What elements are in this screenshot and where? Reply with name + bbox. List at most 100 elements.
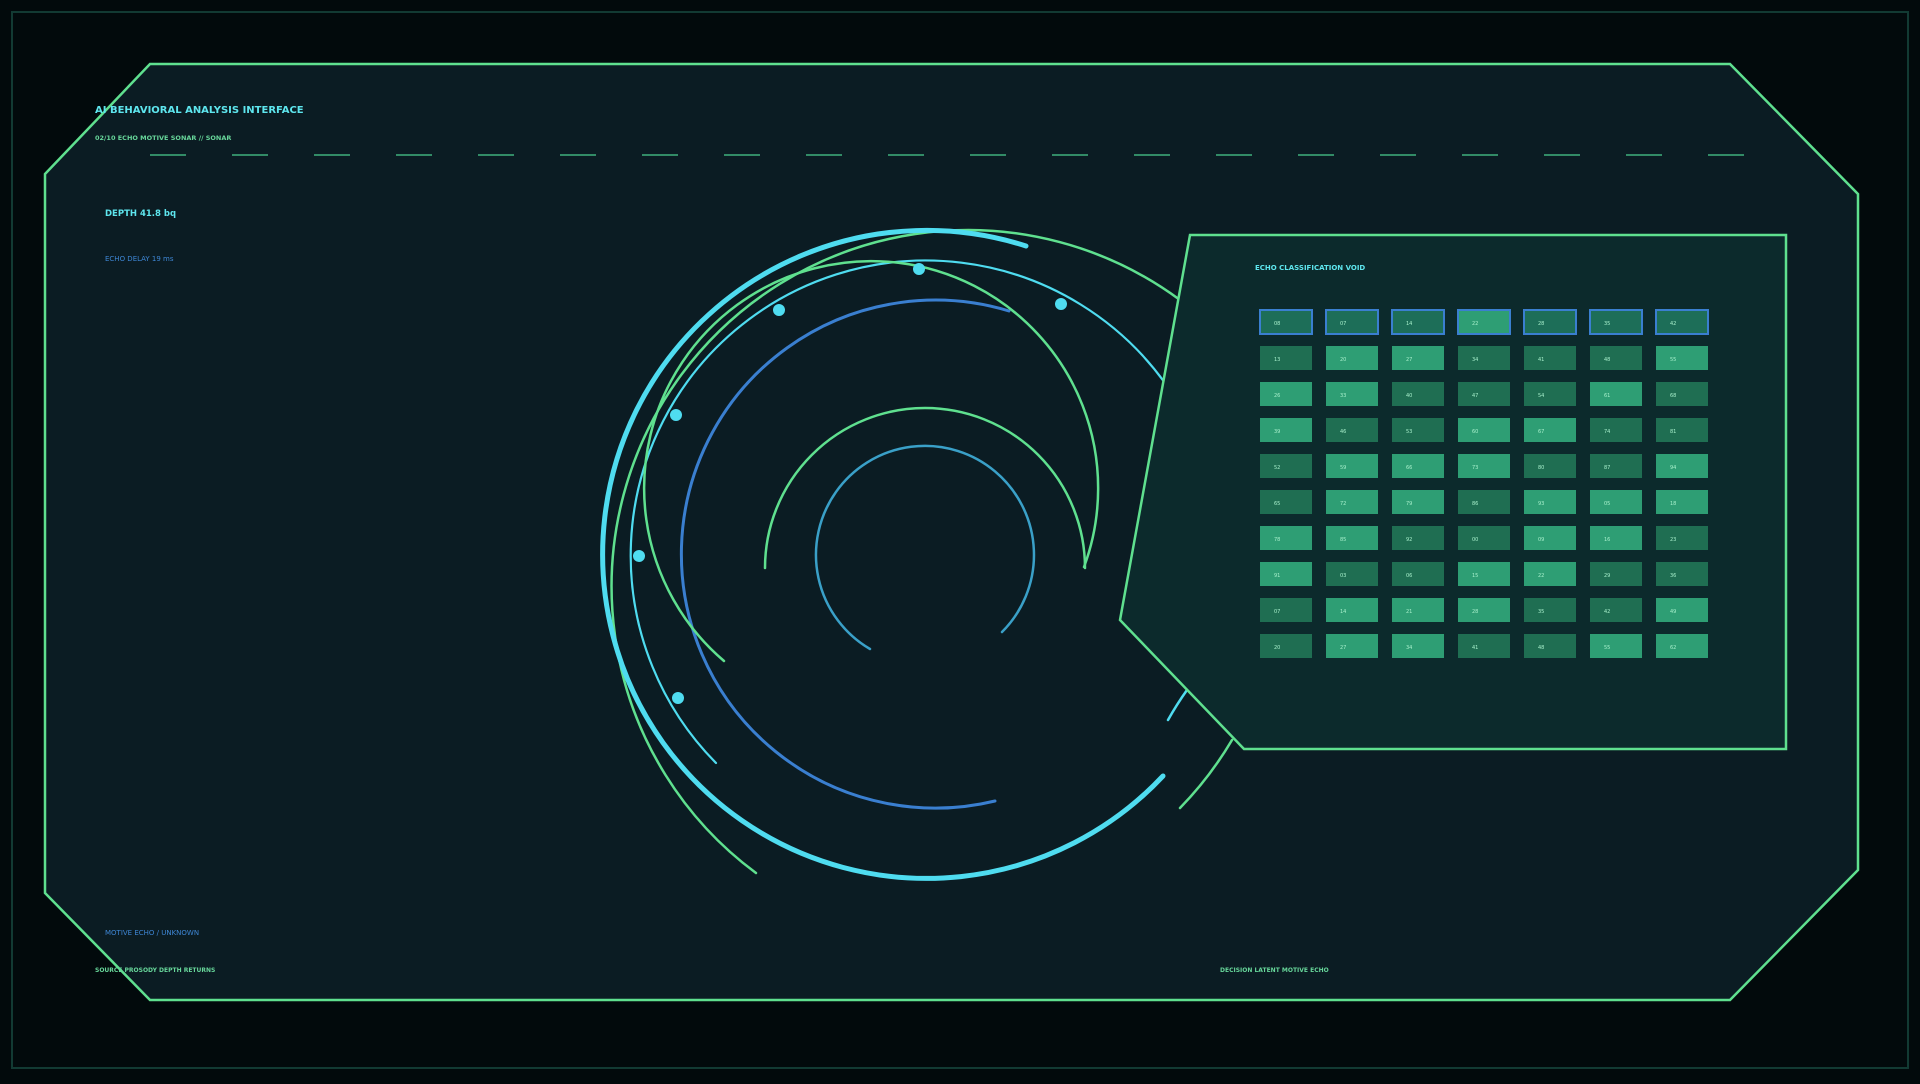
classification-cell[interactable]: 20 (1326, 346, 1378, 370)
classification-cell[interactable]: 35 (1524, 598, 1576, 622)
classification-cell[interactable]: 55 (1590, 634, 1642, 658)
classification-cell[interactable]: 86 (1458, 490, 1510, 514)
classification-cell[interactable]: 59 (1326, 454, 1378, 478)
classification-cell[interactable]: 48 (1524, 634, 1576, 658)
classification-cell[interactable]: 53 (1392, 418, 1444, 442)
classification-header-cell[interactable]: 07 (1325, 309, 1379, 335)
classification-cell[interactable]: 20 (1260, 634, 1312, 658)
cell-fill (1260, 382, 1312, 406)
classification-cell[interactable]: 07 (1260, 598, 1312, 622)
classification-header-cell[interactable]: 14 (1391, 309, 1445, 335)
classification-cell[interactable]: 68 (1656, 382, 1708, 406)
classification-cell[interactable]: 67 (1524, 418, 1576, 442)
cell-fill (1458, 490, 1510, 514)
classification-cell[interactable]: 48 (1590, 346, 1642, 370)
classification-cell[interactable]: 54 (1524, 382, 1576, 406)
classification-cell[interactable]: 41 (1524, 346, 1576, 370)
classification-cell[interactable]: 87 (1590, 454, 1642, 478)
classification-cell[interactable]: 81 (1656, 418, 1708, 442)
cell-fill (1392, 490, 1444, 514)
source-label: SOURCE PROSODY DEPTH RETURNS (95, 967, 215, 974)
classification-cell[interactable]: 52 (1260, 454, 1312, 478)
classification-cell[interactable]: 46 (1326, 418, 1378, 442)
classification-cell[interactable]: 60 (1458, 418, 1510, 442)
cell-fill (1524, 346, 1576, 370)
classification-cell[interactable]: 40 (1392, 382, 1444, 406)
classification-cell[interactable]: 79 (1392, 490, 1444, 514)
cell-fill (1458, 418, 1510, 442)
classification-cell[interactable]: 21 (1392, 598, 1444, 622)
cell-label: 27 (1340, 645, 1346, 651)
classification-cell[interactable]: 92 (1392, 526, 1444, 550)
classification-cell[interactable]: 61 (1590, 382, 1642, 406)
classification-cell[interactable]: 09 (1524, 526, 1576, 550)
classification-cell[interactable]: 03 (1326, 562, 1378, 586)
classification-cell[interactable]: 91 (1260, 562, 1312, 586)
classification-cell[interactable]: 27 (1392, 346, 1444, 370)
classification-cell[interactable]: 23 (1656, 526, 1708, 550)
depth-readout: DEPTH 41.8 bq (105, 209, 176, 219)
classification-cell[interactable]: 28 (1458, 598, 1510, 622)
classification-cell[interactable]: 06 (1392, 562, 1444, 586)
classification-cell[interactable]: 15 (1458, 562, 1510, 586)
echo-delay-readout: ECHO DELAY 19 ms (105, 255, 174, 263)
cell-fill (1524, 562, 1576, 586)
classification-cell[interactable]: 66 (1392, 454, 1444, 478)
classification-cell[interactable]: 73 (1458, 454, 1510, 478)
classification-cell[interactable]: 55 (1656, 346, 1708, 370)
cell-fill (1326, 382, 1378, 406)
classification-cell[interactable]: 93 (1524, 490, 1576, 514)
classification-cell[interactable]: 22 (1524, 562, 1576, 586)
classification-cell[interactable]: 41 (1458, 634, 1510, 658)
cell-fill (1655, 309, 1709, 335)
classification-cell[interactable]: 85 (1326, 526, 1378, 550)
classification-cell[interactable]: 72 (1326, 490, 1378, 514)
classification-cell[interactable]: 80 (1524, 454, 1576, 478)
cell-fill (1392, 382, 1444, 406)
classification-cell[interactable]: 42 (1590, 598, 1642, 622)
classification-cell[interactable]: 34 (1458, 346, 1510, 370)
classification-cell[interactable]: 13 (1260, 346, 1312, 370)
cell-label: 47 (1472, 393, 1478, 399)
classification-cell[interactable]: 36 (1656, 562, 1708, 586)
cell-label: 91 (1274, 573, 1280, 579)
cell-label: 18 (1670, 501, 1676, 507)
cell-label: 09 (1538, 537, 1544, 543)
classification-cell[interactable]: 14 (1326, 598, 1378, 622)
classification-cell[interactable]: 74 (1590, 418, 1642, 442)
classification-cell[interactable]: 05 (1590, 490, 1642, 514)
classification-header-cell[interactable]: 42 (1655, 309, 1709, 335)
classification-cell[interactable]: 49 (1656, 598, 1708, 622)
classification-cell[interactable]: 34 (1392, 634, 1444, 658)
classification-cell[interactable]: 39 (1260, 418, 1312, 442)
classification-cell[interactable]: 00 (1458, 526, 1510, 550)
cell-label: 41 (1538, 357, 1544, 363)
classification-cell[interactable]: 18 (1656, 490, 1708, 514)
classification-cell[interactable]: 47 (1458, 382, 1510, 406)
classification-header-cell[interactable]: 08 (1259, 309, 1313, 335)
cell-label: 22 (1472, 321, 1478, 327)
classification-cell[interactable]: 33 (1326, 382, 1378, 406)
cell-fill (1457, 309, 1511, 335)
cell-fill (1524, 490, 1576, 514)
classification-header-cell[interactable]: 22 (1457, 309, 1511, 335)
classification-header-cell[interactable]: 35 (1589, 309, 1643, 335)
cell-fill (1656, 490, 1708, 514)
cell-fill (1259, 309, 1313, 335)
classification-cell[interactable]: 27 (1326, 634, 1378, 658)
classification-cell[interactable]: 26 (1260, 382, 1312, 406)
classification-cell[interactable]: 62 (1656, 634, 1708, 658)
classification-cell[interactable]: 78 (1260, 526, 1312, 550)
sonar-node (633, 550, 645, 562)
cell-fill (1326, 454, 1378, 478)
cell-fill (1590, 382, 1642, 406)
classification-cell[interactable]: 29 (1590, 562, 1642, 586)
cell-fill (1524, 418, 1576, 442)
cell-label: 42 (1604, 609, 1610, 615)
classification-cell[interactable]: 94 (1656, 454, 1708, 478)
cell-fill (1260, 454, 1312, 478)
classification-header-cell[interactable]: 28 (1523, 309, 1577, 335)
classification-cell[interactable]: 16 (1590, 526, 1642, 550)
classification-cell[interactable]: 65 (1260, 490, 1312, 514)
sonar-node (672, 692, 684, 704)
